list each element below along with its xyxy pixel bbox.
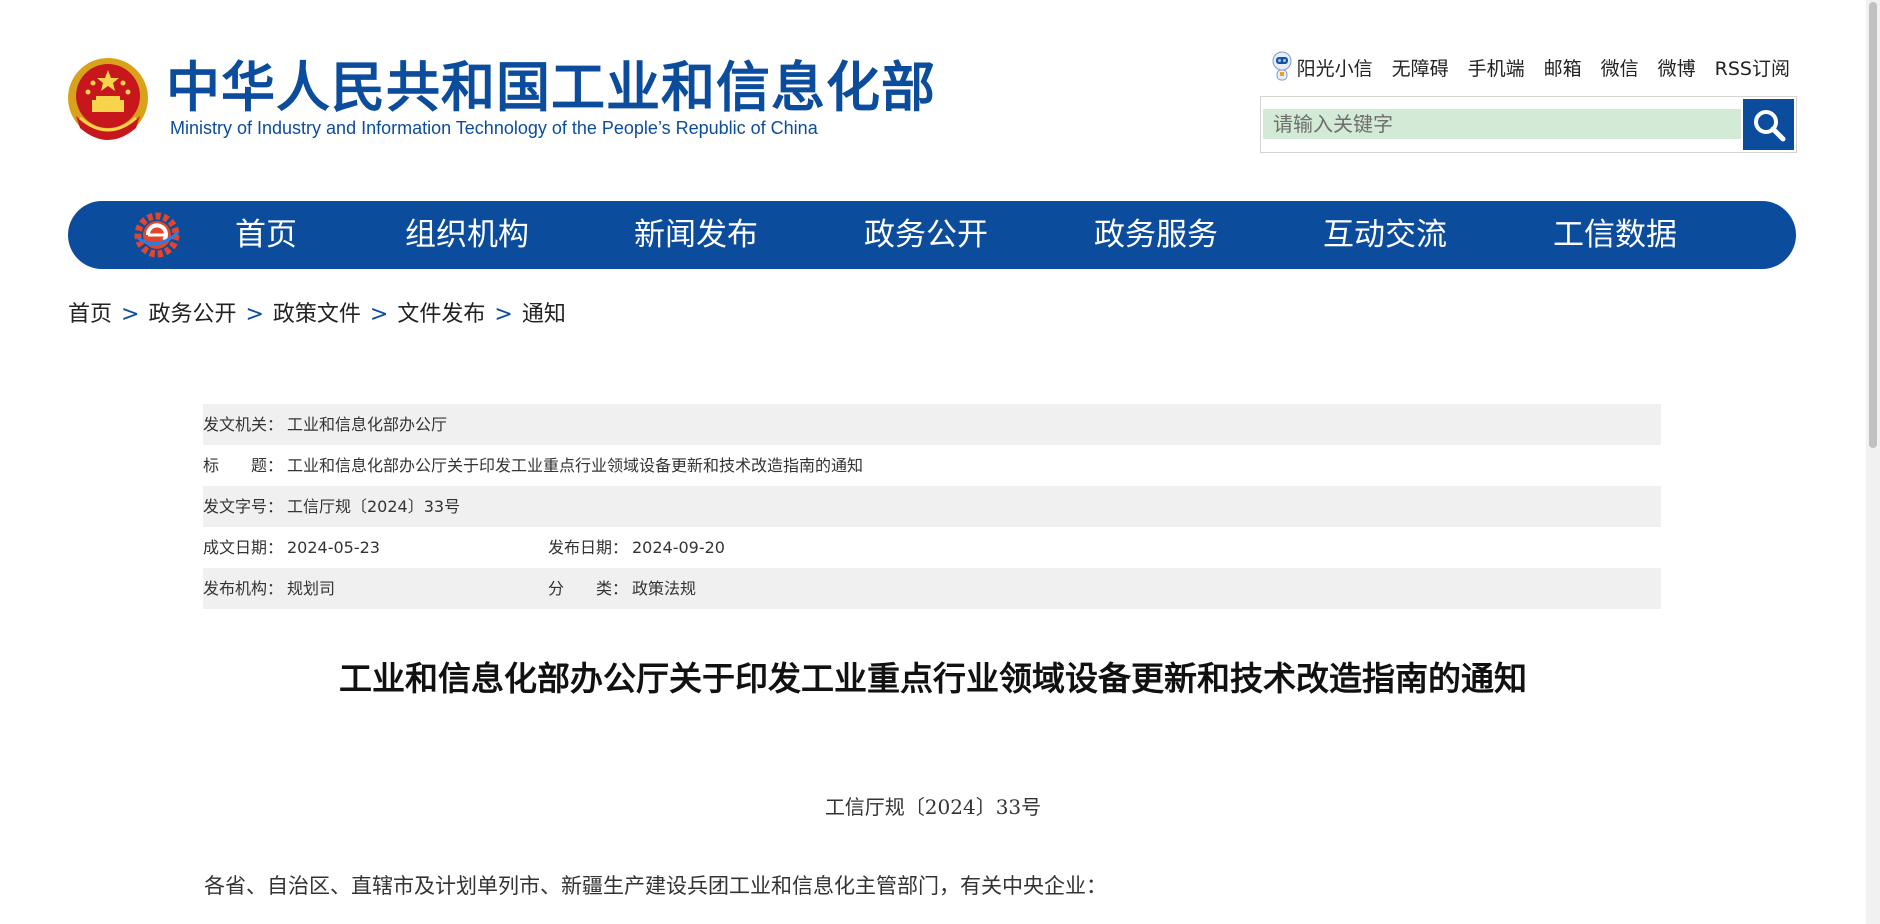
info-row-title: 标 题： 工业和信息化部办公厅关于印发工业重点行业领域设备更新和技术改造指南的通…	[203, 445, 1661, 486]
nav-item-government-affairs[interactable]: 政务公开	[864, 201, 988, 269]
page: 中华人民共和国工业和信息化部 Ministry of Industry and …	[0, 0, 1866, 924]
breadcrumb-notice[interactable]: 通知	[522, 302, 566, 327]
info-row-issuer: 发文机关： 工业和信息化部办公厅	[203, 404, 1661, 445]
nav-item-news[interactable]: 新闻发布	[634, 201, 758, 269]
page-scrollbar[interactable]	[1866, 0, 1880, 924]
search-input[interactable]	[1263, 109, 1741, 139]
breadcrumb-home[interactable]: 首页	[68, 302, 112, 327]
issuer-label: 发文机关：	[203, 415, 284, 434]
nav-item-government-services[interactable]: 政务服务	[1094, 201, 1218, 269]
published-date-value: 2024-09-20	[632, 538, 725, 557]
search-box	[1260, 96, 1797, 153]
main-nav: 首页 组织机构 新闻发布 政务公开 政务服务 互动交流 工信数据	[68, 201, 1796, 269]
published-date-label: 发布日期：	[548, 538, 629, 557]
toplink-sunshine-xiaoxin[interactable]: 阳光小信	[1271, 50, 1373, 84]
toplink-wechat[interactable]: 微信	[1601, 54, 1639, 81]
toplink-rss[interactable]: RSS订阅	[1715, 54, 1790, 81]
site-title-cn[interactable]: 中华人民共和国工业和信息化部	[166, 56, 936, 120]
breadcrumb-document-release[interactable]: 文件发布	[397, 302, 485, 327]
toplink-label: 阳光小信	[1296, 57, 1373, 80]
info-row-org-category: 发布机构： 规划司 分 类： 政策法规	[203, 568, 1661, 609]
toplink-weibo[interactable]: 微博	[1658, 54, 1696, 81]
info-row-dates: 成文日期： 2024-05-23 发布日期： 2024-09-20	[203, 527, 1661, 568]
toplink-accessibility[interactable]: 无障碍	[1392, 54, 1449, 81]
article-doc-number: 工信厅规〔2024〕33号	[824, 795, 1042, 819]
nav-item-data[interactable]: 工信数据	[1553, 201, 1677, 269]
doc-number-label: 发文字号：	[203, 497, 284, 516]
issuer-value: 工业和信息化部办公厅	[287, 415, 448, 434]
search-button[interactable]	[1743, 99, 1794, 150]
category-value: 政策法规	[632, 579, 697, 598]
nav-item-organization[interactable]: 组织机构	[405, 201, 529, 269]
toplink-mail[interactable]: 邮箱	[1544, 54, 1582, 81]
breadcrumb-separator: >	[245, 302, 264, 327]
title-value: 工业和信息化部办公厅关于印发工业重点行业领域设备更新和技术改造指南的通知	[287, 456, 864, 475]
document-info-table: 发文机关： 工业和信息化部办公厅 标 题： 工业和信息化部办公厅关于印发工业重点…	[203, 404, 1661, 609]
category-label: 分 类：	[548, 579, 629, 598]
national-emblem-icon[interactable]	[66, 56, 150, 144]
created-date-value: 2024-05-23	[287, 538, 380, 557]
created-date-label: 成文日期：	[203, 538, 284, 557]
top-links: 阳光小信 无障碍 手机端 邮箱 微信 微博 RSS订阅	[1271, 50, 1790, 84]
miit-gear-logo-icon[interactable]	[134, 212, 180, 258]
scrollbar-thumb[interactable]	[1869, 2, 1877, 448]
site-title-en[interactable]: Ministry of Industry and Information Tec…	[170, 118, 818, 139]
org-label: 发布机构：	[203, 579, 284, 598]
article-title: 工业和信息化部办公厅关于印发工业重点行业领域设备更新和技术改造指南的通知	[339, 659, 1527, 698]
breadcrumb-separator: >	[121, 302, 140, 327]
org-value: 规划司	[287, 579, 336, 598]
breadcrumb-separator: >	[369, 302, 389, 327]
title-label: 标 题：	[203, 456, 284, 475]
article-salutation: 各省、自治区、直辖市及计划单列市、新疆生产建设兵团工业和信息化主管部门，有关中央…	[204, 874, 1107, 898]
breadcrumb-government-affairs[interactable]: 政务公开	[148, 302, 236, 327]
robot-mascot-icon	[1272, 51, 1292, 81]
breadcrumb-policy-documents[interactable]: 政策文件	[273, 302, 361, 327]
info-row-doc-number: 发文字号： 工信厅规〔2024〕33号	[203, 486, 1661, 527]
breadcrumb: 首页 > 政务公开 > 政策文件 > 文件发布 > 通知	[68, 296, 566, 328]
toplink-mobile[interactable]: 手机端	[1468, 54, 1525, 81]
breadcrumb-separator: >	[494, 302, 513, 327]
search-icon	[1753, 109, 1785, 141]
doc-number-value: 工信厅规〔2024〕33号	[287, 497, 461, 516]
nav-item-home[interactable]: 首页	[235, 201, 297, 269]
nav-item-interaction[interactable]: 互动交流	[1323, 201, 1447, 269]
